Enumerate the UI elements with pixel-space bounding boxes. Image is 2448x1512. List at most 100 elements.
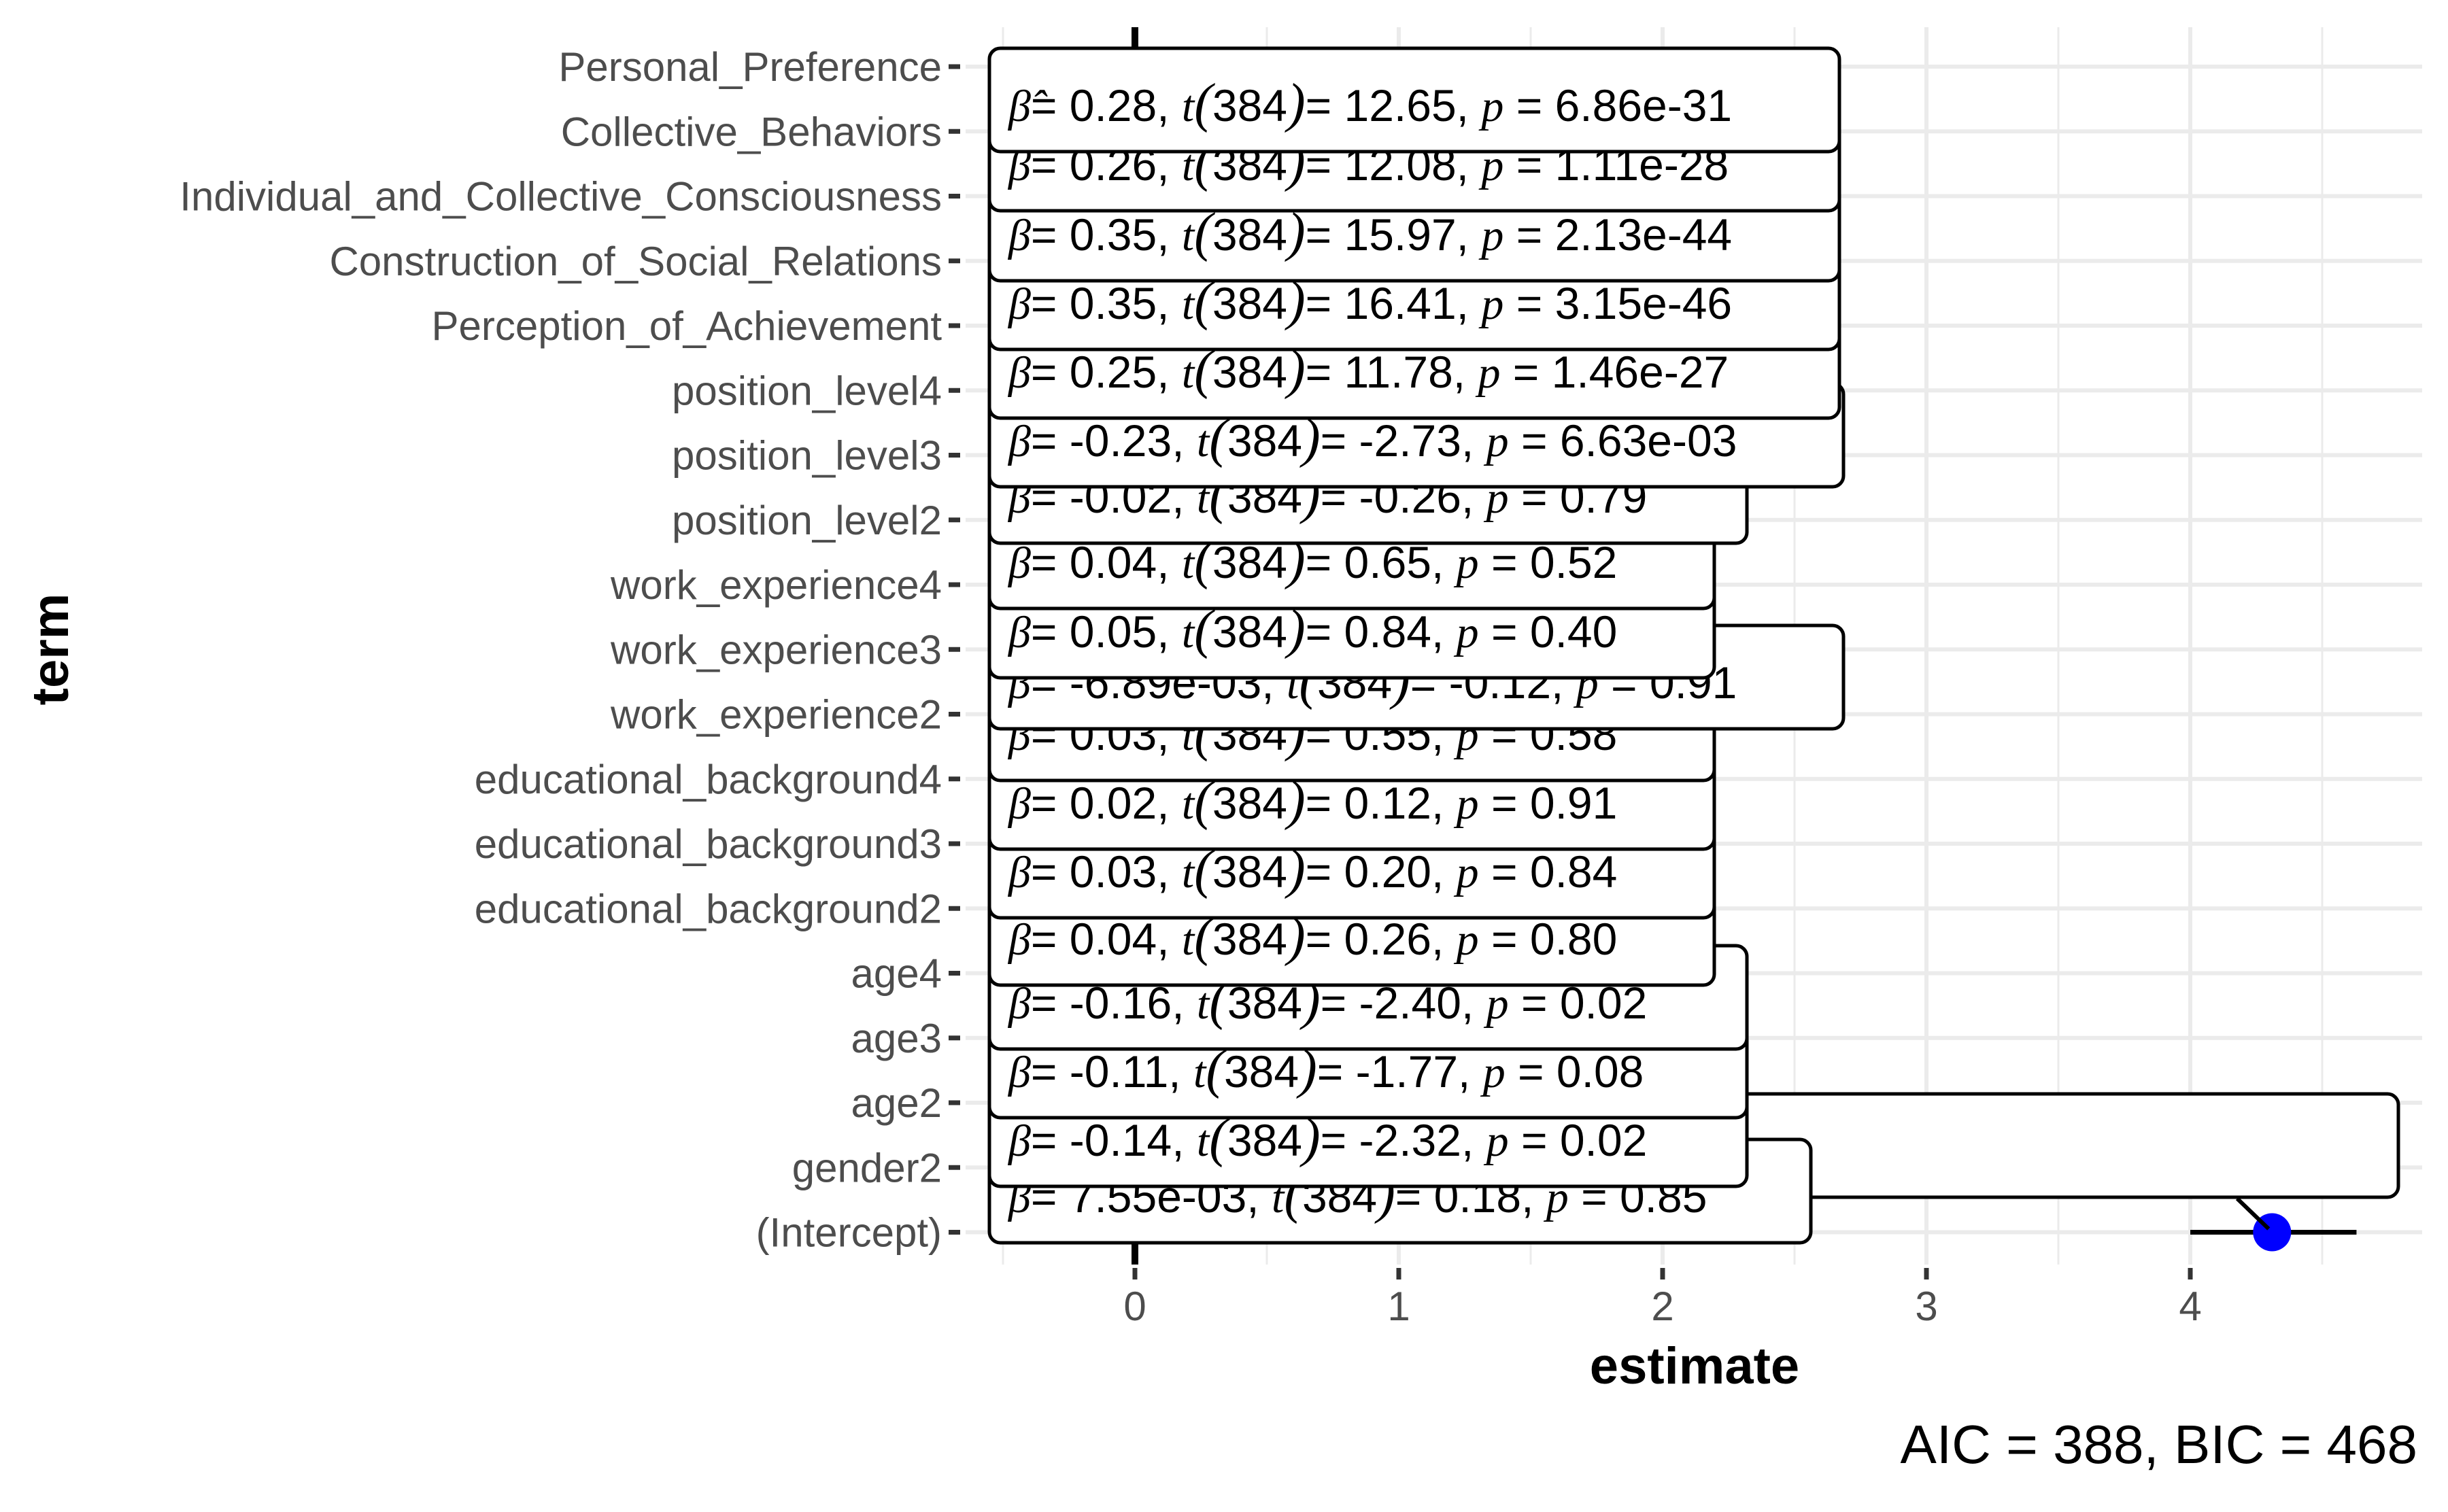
y-tick-label: Perception_of_Achievement [432, 303, 942, 349]
df-value: 384 [1224, 1046, 1299, 1097]
t-value: = 0.84, [1306, 606, 1457, 657]
p-value: = 6.86e-31 [1503, 80, 1732, 131]
beta-symbol: β [1007, 1048, 1031, 1097]
t-value: = 15.97, [1306, 209, 1482, 260]
p-symbol: p [1454, 608, 1479, 657]
x-tick-label: 4 [2179, 1284, 2201, 1329]
df-value: 384 [1212, 846, 1287, 897]
p-symbol: p [1478, 82, 1503, 131]
beta-value: = 0.04, [1031, 914, 1182, 964]
p-symbol: p [1478, 279, 1503, 329]
df-value: 384 [1212, 778, 1287, 828]
beta-symbol: β [1007, 779, 1031, 829]
x-axis-title: estimate [1590, 1337, 1799, 1395]
y-axis-title: term [22, 594, 80, 706]
df-value: 384 [1227, 415, 1302, 466]
p-value: = 2.13e-44 [1503, 209, 1732, 260]
df-value: 384 [1212, 606, 1287, 657]
x-axis: 0 1 2 3 4 [1123, 1268, 2202, 1329]
estimate-labels: β= 4.31, t(384)= 26.71, p = 1.41e-89β= 7… [987, 46, 2400, 1245]
y-tick-label: work_experience3 [610, 627, 942, 672]
beta-symbol: β [1007, 848, 1031, 897]
p-symbol: p [1484, 1116, 1509, 1166]
t-value: = 0.26, [1306, 914, 1457, 964]
beta-value: = -0.14, [1031, 1115, 1197, 1165]
t-symbol: t [1182, 608, 1195, 657]
t-symbol: t [1182, 279, 1195, 329]
t-value: = 0.12, [1306, 778, 1457, 828]
t-value: = 12.65, [1306, 80, 1482, 131]
df-value: 384 [1212, 209, 1287, 260]
paren-close: ) [1285, 73, 1306, 133]
df-value: 384 [1212, 914, 1287, 964]
t-value: = -2.32, [1321, 1115, 1486, 1165]
df-value: 384 [1212, 80, 1287, 131]
y-tick-label: age4 [851, 951, 942, 997]
y-axis: Personal_Preference Collective_Behaviors I… [180, 44, 960, 1256]
df-value: 384 [1212, 278, 1287, 328]
p-value: = 0.84 [1479, 846, 1618, 897]
beta-symbol: β [1007, 608, 1031, 657]
y-tick-label: Construction_of_Social_Relations [329, 239, 942, 284]
beta-value: = 0.25, [1031, 347, 1182, 397]
y-tick-label: position_level4 [672, 368, 942, 413]
t-value: = -1.77, [1317, 1046, 1483, 1097]
p-symbol: p [1454, 779, 1479, 829]
beta-symbol: β [1007, 1116, 1031, 1166]
beta-symbol: β [1007, 279, 1031, 329]
p-value: = 0.80 [1479, 914, 1618, 964]
y-tick-label: educational_background3 [475, 821, 942, 867]
beta-value: = 0.03, [1031, 846, 1182, 897]
estimate-label: β̂= 0.28, t(384)= 12.65, p = 6.86e-31 [987, 46, 1841, 154]
p-symbol: p [1475, 348, 1500, 398]
y-tick-label: Collective_Behaviors [561, 109, 942, 154]
y-tick-label: Individual_and_Collective_Consciousness [180, 174, 942, 220]
y-tick-label: age3 [851, 1016, 942, 1061]
beta-value: = 0.35, [1031, 209, 1182, 260]
y-tick-label: gender2 [792, 1145, 942, 1190]
beta-symbol: β [1007, 417, 1031, 466]
t-symbol: t [1182, 779, 1195, 829]
t-symbol: t [1182, 915, 1195, 965]
t-symbol: t [1182, 538, 1195, 588]
df-value: 384 [1227, 1115, 1302, 1165]
beta-value: = 0.35, [1031, 278, 1182, 328]
t-symbol: t [1182, 82, 1195, 131]
t-symbol: t [1197, 417, 1210, 466]
caption: AIC = 388, BIC = 468 [1901, 1414, 2417, 1475]
t-symbol: t [1182, 848, 1195, 897]
p-symbol: p [1484, 417, 1509, 466]
p-value: = 0.40 [1479, 606, 1618, 657]
t-symbol: t [1182, 211, 1195, 260]
p-symbol: p [1454, 848, 1479, 897]
p-value: = 6.63e-03 [1509, 415, 1737, 466]
p-value: = 1.46e-27 [1500, 347, 1729, 397]
p-symbol: p [1454, 915, 1479, 965]
beta-symbol: β [1007, 348, 1031, 398]
beta-symbol: β [1007, 538, 1031, 588]
y-tick-label: (Intercept) [756, 1210, 942, 1256]
p-symbol: p [1480, 1048, 1506, 1097]
beta-value: = 0.05, [1031, 606, 1182, 657]
y-tick-label: age2 [851, 1080, 942, 1126]
t-symbol: t [1193, 1048, 1207, 1097]
y-tick-label: work_experience4 [610, 562, 942, 608]
p-value: = 3.15e-46 [1503, 278, 1732, 328]
label-connector [2235, 1197, 2271, 1231]
x-tick-label: 3 [1915, 1284, 1937, 1329]
p-value: = 0.08 [1506, 1046, 1644, 1097]
beta-value: = -0.23, [1031, 415, 1197, 466]
df-value: 384 [1212, 347, 1287, 397]
beta-symbol: β [1007, 211, 1031, 260]
y-tick-label: educational_background4 [475, 757, 942, 802]
t-symbol: t [1197, 1116, 1210, 1166]
t-value: = 0.20, [1306, 846, 1457, 897]
x-tick-label: 1 [1387, 1284, 1410, 1329]
t-value: = 16.41, [1306, 278, 1482, 328]
x-tick-label: 0 [1123, 1284, 1146, 1329]
y-tick-label: Personal_Preference [558, 44, 942, 90]
p-symbol: p [1454, 538, 1479, 588]
beta-symbol: β [1007, 915, 1031, 965]
t-value: = 11.78, [1306, 347, 1478, 397]
y-tick-label: educational_background2 [475, 886, 942, 931]
